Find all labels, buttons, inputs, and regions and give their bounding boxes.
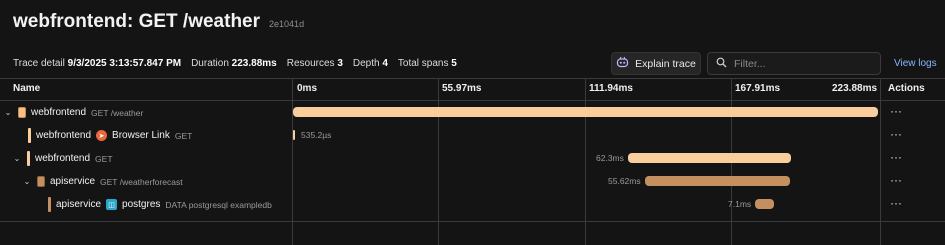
span-service-name: apiservice [56,199,102,210]
service-icon [18,107,26,118]
span-service-name: webfrontend [36,130,92,141]
span-row[interactable]: ⌄ webfrontend GET /weather ··· [0,101,945,124]
span-operation: GET [174,130,193,141]
span-operation: DATA postgresql exampledb [165,199,272,210]
explain-trace-button[interactable]: Explain trace [611,52,701,75]
service-icon [37,176,45,187]
span-bar[interactable] [644,176,791,186]
service-color-bar [48,197,51,212]
chevron-down-icon[interactable]: ⌄ [22,177,32,186]
span-bar[interactable] [293,107,878,117]
copilot-icon [616,56,629,71]
service-color-bar [27,151,30,166]
browser-link-icon: ➤ [96,130,108,141]
trace-waterfall: Name 0ms 55.97ms 111.94ms 167.91ms 223.8… [0,78,945,245]
span-row[interactable]: webfrontend ➤ Browser Link GET 535.2µs ·… [0,124,945,147]
trace-total-spans: Total spans 5 [397,58,457,69]
trace-summary: Trace detail 9/3/2025 3:13:57.847 PM Dur… [13,58,457,69]
tick-label: 223.88ms [832,83,878,94]
span-actions-button[interactable]: ··· [890,150,902,164]
span-bar[interactable] [293,130,295,140]
trace-duration: Duration 223.88ms [191,58,277,69]
filter-placeholder: Filter... [734,57,766,70]
trace-depth: Depth 4 [352,58,388,69]
span-duration-label: 7.1ms [728,199,752,209]
span-actions-button[interactable]: ··· [890,127,902,141]
span-service-name: webfrontend [35,153,91,164]
span-actions-button[interactable]: ··· [890,173,902,187]
trace-resources: Resources 3 [286,58,343,69]
span-duration-label: 55.62ms [608,176,641,186]
filter-input[interactable]: Filter... [707,52,881,75]
view-logs-link[interactable]: View logs [894,58,937,69]
span-actions-button[interactable]: ··· [890,196,902,210]
chevron-down-icon[interactable]: ⌄ [3,108,13,117]
span-service-name: apiservice [50,176,96,187]
tick-label: 55.97ms [442,83,482,94]
tick-label: 111.94ms [589,83,633,94]
span-duration-label: 535.2µs [301,130,332,140]
grid-divider [0,221,945,222]
span-bar[interactable] [628,153,792,163]
trace-detail: Trace detail 9/3/2025 3:13:57.847 PM [13,58,182,69]
tick-label: 0ms [297,83,318,94]
span-row[interactable]: apiservice ◫ postgres DATA postgresql ex… [0,193,945,216]
span-operation: GET /weatherforecast [100,176,183,187]
service-color-bar [28,128,31,143]
span-bar[interactable] [754,199,774,209]
trace-id: 2e1041d [269,19,305,29]
database-icon: ◫ [106,199,118,210]
span-peer-name: Browser Link [112,130,170,141]
span-duration-label: 62.3ms [596,153,624,163]
span-operation: GET [95,153,113,164]
explain-trace-label: Explain trace [635,57,696,70]
span-row[interactable]: ⌄ webfrontend GET 62.3ms ··· [0,147,945,170]
search-icon [716,57,727,71]
span-row[interactable]: ⌄ apiservice GET /weatherforecast 55.62m… [0,170,945,193]
span-operation: GET /weather [91,107,144,118]
page-title: webfrontend: GET /weather [13,11,261,32]
span-service-name: webfrontend [31,107,87,118]
name-column-header: Name [13,83,41,94]
grid-divider [0,78,945,79]
span-actions-button[interactable]: ··· [890,104,902,118]
chevron-down-icon[interactable]: ⌄ [12,154,22,163]
actions-column-header: Actions [888,83,925,94]
span-peer-name: postgres [122,199,161,210]
tick-label: 167.91ms [735,83,781,94]
page-header: webfrontend: GET /weather 2e1041d [13,11,304,37]
